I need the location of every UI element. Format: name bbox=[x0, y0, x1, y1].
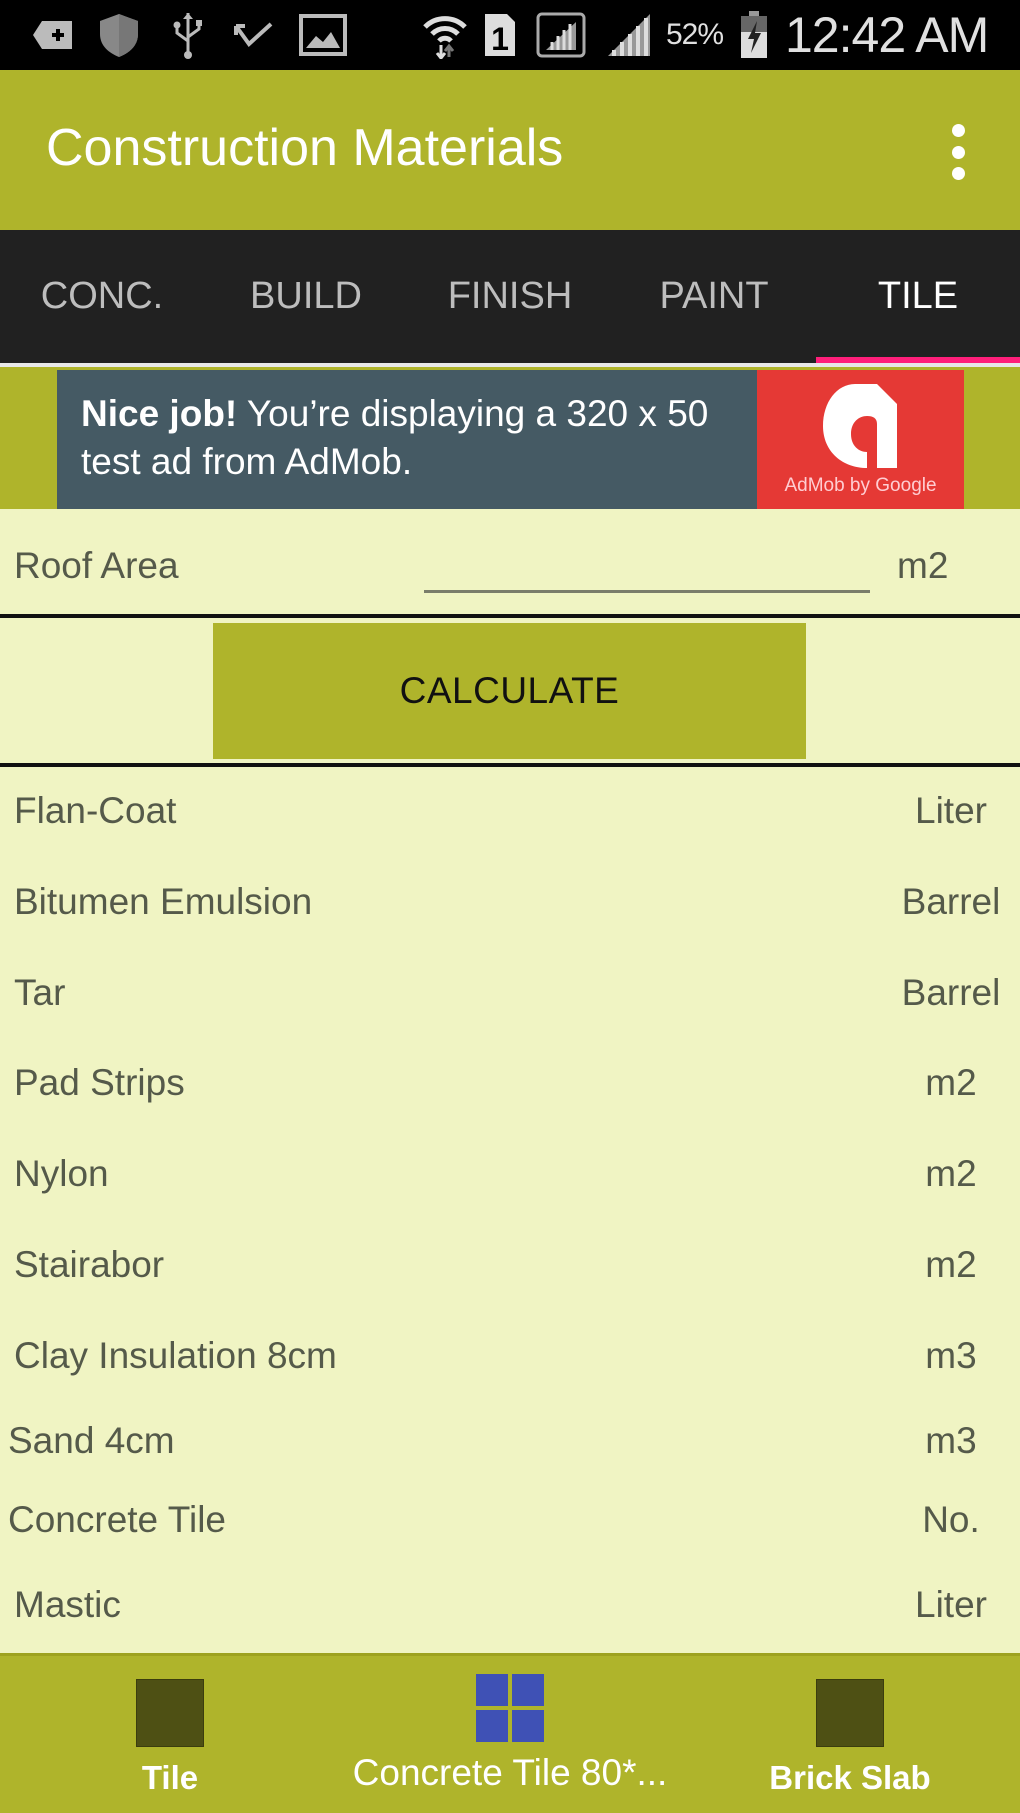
admob-icon bbox=[823, 384, 897, 468]
tab-build[interactable]: BUILD bbox=[204, 230, 408, 363]
material-name: Stairabor bbox=[14, 1244, 165, 1285]
material-unit: m3 bbox=[925, 1420, 977, 1461]
svg-text:1: 1 bbox=[491, 21, 509, 57]
material-unit: Barrel bbox=[901, 881, 1001, 922]
material-row: Concrete Tile No. bbox=[0, 1499, 1020, 1559]
signal-box-icon bbox=[535, 12, 587, 58]
grid-tile bbox=[512, 1674, 544, 1706]
roof-area-row: Roof Area m2 bbox=[0, 509, 1020, 614]
add-tag-icon bbox=[30, 14, 76, 56]
material-unit: Liter bbox=[915, 790, 987, 831]
material-unit: Liter bbox=[915, 1584, 987, 1625]
material-row: Tar Barrel bbox=[0, 972, 1020, 1032]
bottom-navigation: Tile Concrete Tile 80*... Brick Slab bbox=[0, 1653, 1020, 1813]
app-bar: Construction Materials bbox=[0, 70, 1020, 230]
roof-area-unit: m2 bbox=[897, 545, 949, 586]
usb-icon bbox=[168, 13, 208, 59]
tab-paint[interactable]: PAINT bbox=[612, 230, 816, 363]
ad-headline: Nice job! bbox=[81, 393, 238, 434]
material-row: Stairabor m2 bbox=[0, 1244, 1020, 1304]
grid-tile bbox=[512, 1710, 544, 1742]
more-vert-icon-dot bbox=[951, 145, 965, 159]
more-vert-icon bbox=[951, 124, 965, 137]
material-unit: No. bbox=[922, 1499, 980, 1540]
material-name: Mastic bbox=[14, 1584, 121, 1625]
material-unit: Barrel bbox=[901, 972, 1001, 1013]
tab-bar: CONC. BUILD FINISH PAINT TILE bbox=[0, 230, 1020, 363]
clock: 12:42 AM bbox=[785, 7, 989, 63]
divider bbox=[0, 614, 1020, 618]
more-vert-icon-dot bbox=[951, 167, 965, 180]
material-unit: m3 bbox=[925, 1335, 977, 1376]
ad-text: Nice job! You’re displaying a 320 x 50 t… bbox=[57, 370, 757, 509]
material-row: Nylon m2 bbox=[0, 1153, 1020, 1213]
status-bar: 1 52% 12:42 AM bbox=[0, 0, 1020, 70]
grid-tile bbox=[476, 1674, 508, 1706]
missed-call-icon bbox=[232, 14, 276, 56]
wifi-icon bbox=[420, 14, 470, 59]
ad-banner[interactable]: Nice job! You’re displaying a 320 x 50 t… bbox=[57, 370, 964, 509]
material-unit: m2 bbox=[925, 1062, 977, 1103]
shield-icon bbox=[94, 14, 144, 57]
material-row: Pad Strips m2 bbox=[0, 1062, 1020, 1122]
battery-charging-icon bbox=[738, 11, 770, 58]
grid-tiles-icon bbox=[476, 1674, 544, 1742]
material-name: Nylon bbox=[14, 1153, 109, 1194]
nav-label: Tile bbox=[141, 1759, 199, 1796]
material-row: Clay Insulation 8cm m3 bbox=[0, 1335, 1020, 1395]
tab-concrete[interactable]: CONC. bbox=[0, 230, 204, 363]
material-name: Clay Insulation 8cm bbox=[14, 1335, 337, 1376]
material-row: Mastic Liter bbox=[0, 1584, 1020, 1644]
admob-logo: AdMob by Google bbox=[757, 370, 964, 509]
signal-icon bbox=[605, 14, 653, 56]
nav-item-brick-slab[interactable]: Brick Slab bbox=[760, 1656, 940, 1813]
admob-brand: AdMob by Google bbox=[784, 475, 937, 496]
ad-container: Nice job! You’re displaying a 320 x 50 t… bbox=[0, 367, 1020, 509]
material-name: Concrete Tile bbox=[8, 1499, 226, 1540]
sim-1-icon: 1 bbox=[482, 14, 518, 57]
roof-area-input[interactable] bbox=[424, 549, 870, 593]
material-row: Bitumen Emulsion Barrel bbox=[0, 881, 1020, 941]
material-name: Sand 4cm bbox=[8, 1420, 175, 1461]
overflow-menu-button[interactable] bbox=[938, 124, 978, 180]
material-name: Pad Strips bbox=[14, 1062, 185, 1103]
material-name: Bitumen Emulsion bbox=[14, 881, 313, 922]
nav-item-concrete-tile[interactable]: Concrete Tile 80*... bbox=[320, 1656, 700, 1813]
grid-tile bbox=[476, 1710, 508, 1742]
material-name: Tar bbox=[14, 972, 66, 1013]
material-unit: m2 bbox=[925, 1244, 977, 1285]
app-title: Construction Materials bbox=[46, 119, 564, 177]
material-unit: m2 bbox=[925, 1153, 977, 1194]
tab-tile[interactable]: TILE bbox=[816, 230, 1020, 363]
roof-area-label: Roof Area bbox=[14, 545, 179, 586]
tab-finish[interactable]: FINISH bbox=[408, 230, 612, 363]
material-row: Flan-Coat Liter bbox=[0, 790, 1020, 850]
nav-item-tile[interactable]: Tile bbox=[100, 1656, 240, 1813]
calculate-button[interactable]: CALCULATE bbox=[213, 623, 806, 759]
material-name: Flan-Coat bbox=[14, 790, 177, 831]
material-row: Sand 4cm m3 bbox=[0, 1420, 1020, 1480]
divider bbox=[0, 763, 1020, 767]
solid-square-icon bbox=[136, 1679, 204, 1747]
battery-percent: 52% bbox=[666, 18, 724, 51]
nav-label: Concrete Tile 80*... bbox=[352, 1752, 668, 1793]
nav-label: Brick Slab bbox=[769, 1759, 931, 1796]
image-icon bbox=[298, 14, 348, 56]
solid-square-icon bbox=[816, 1679, 884, 1747]
